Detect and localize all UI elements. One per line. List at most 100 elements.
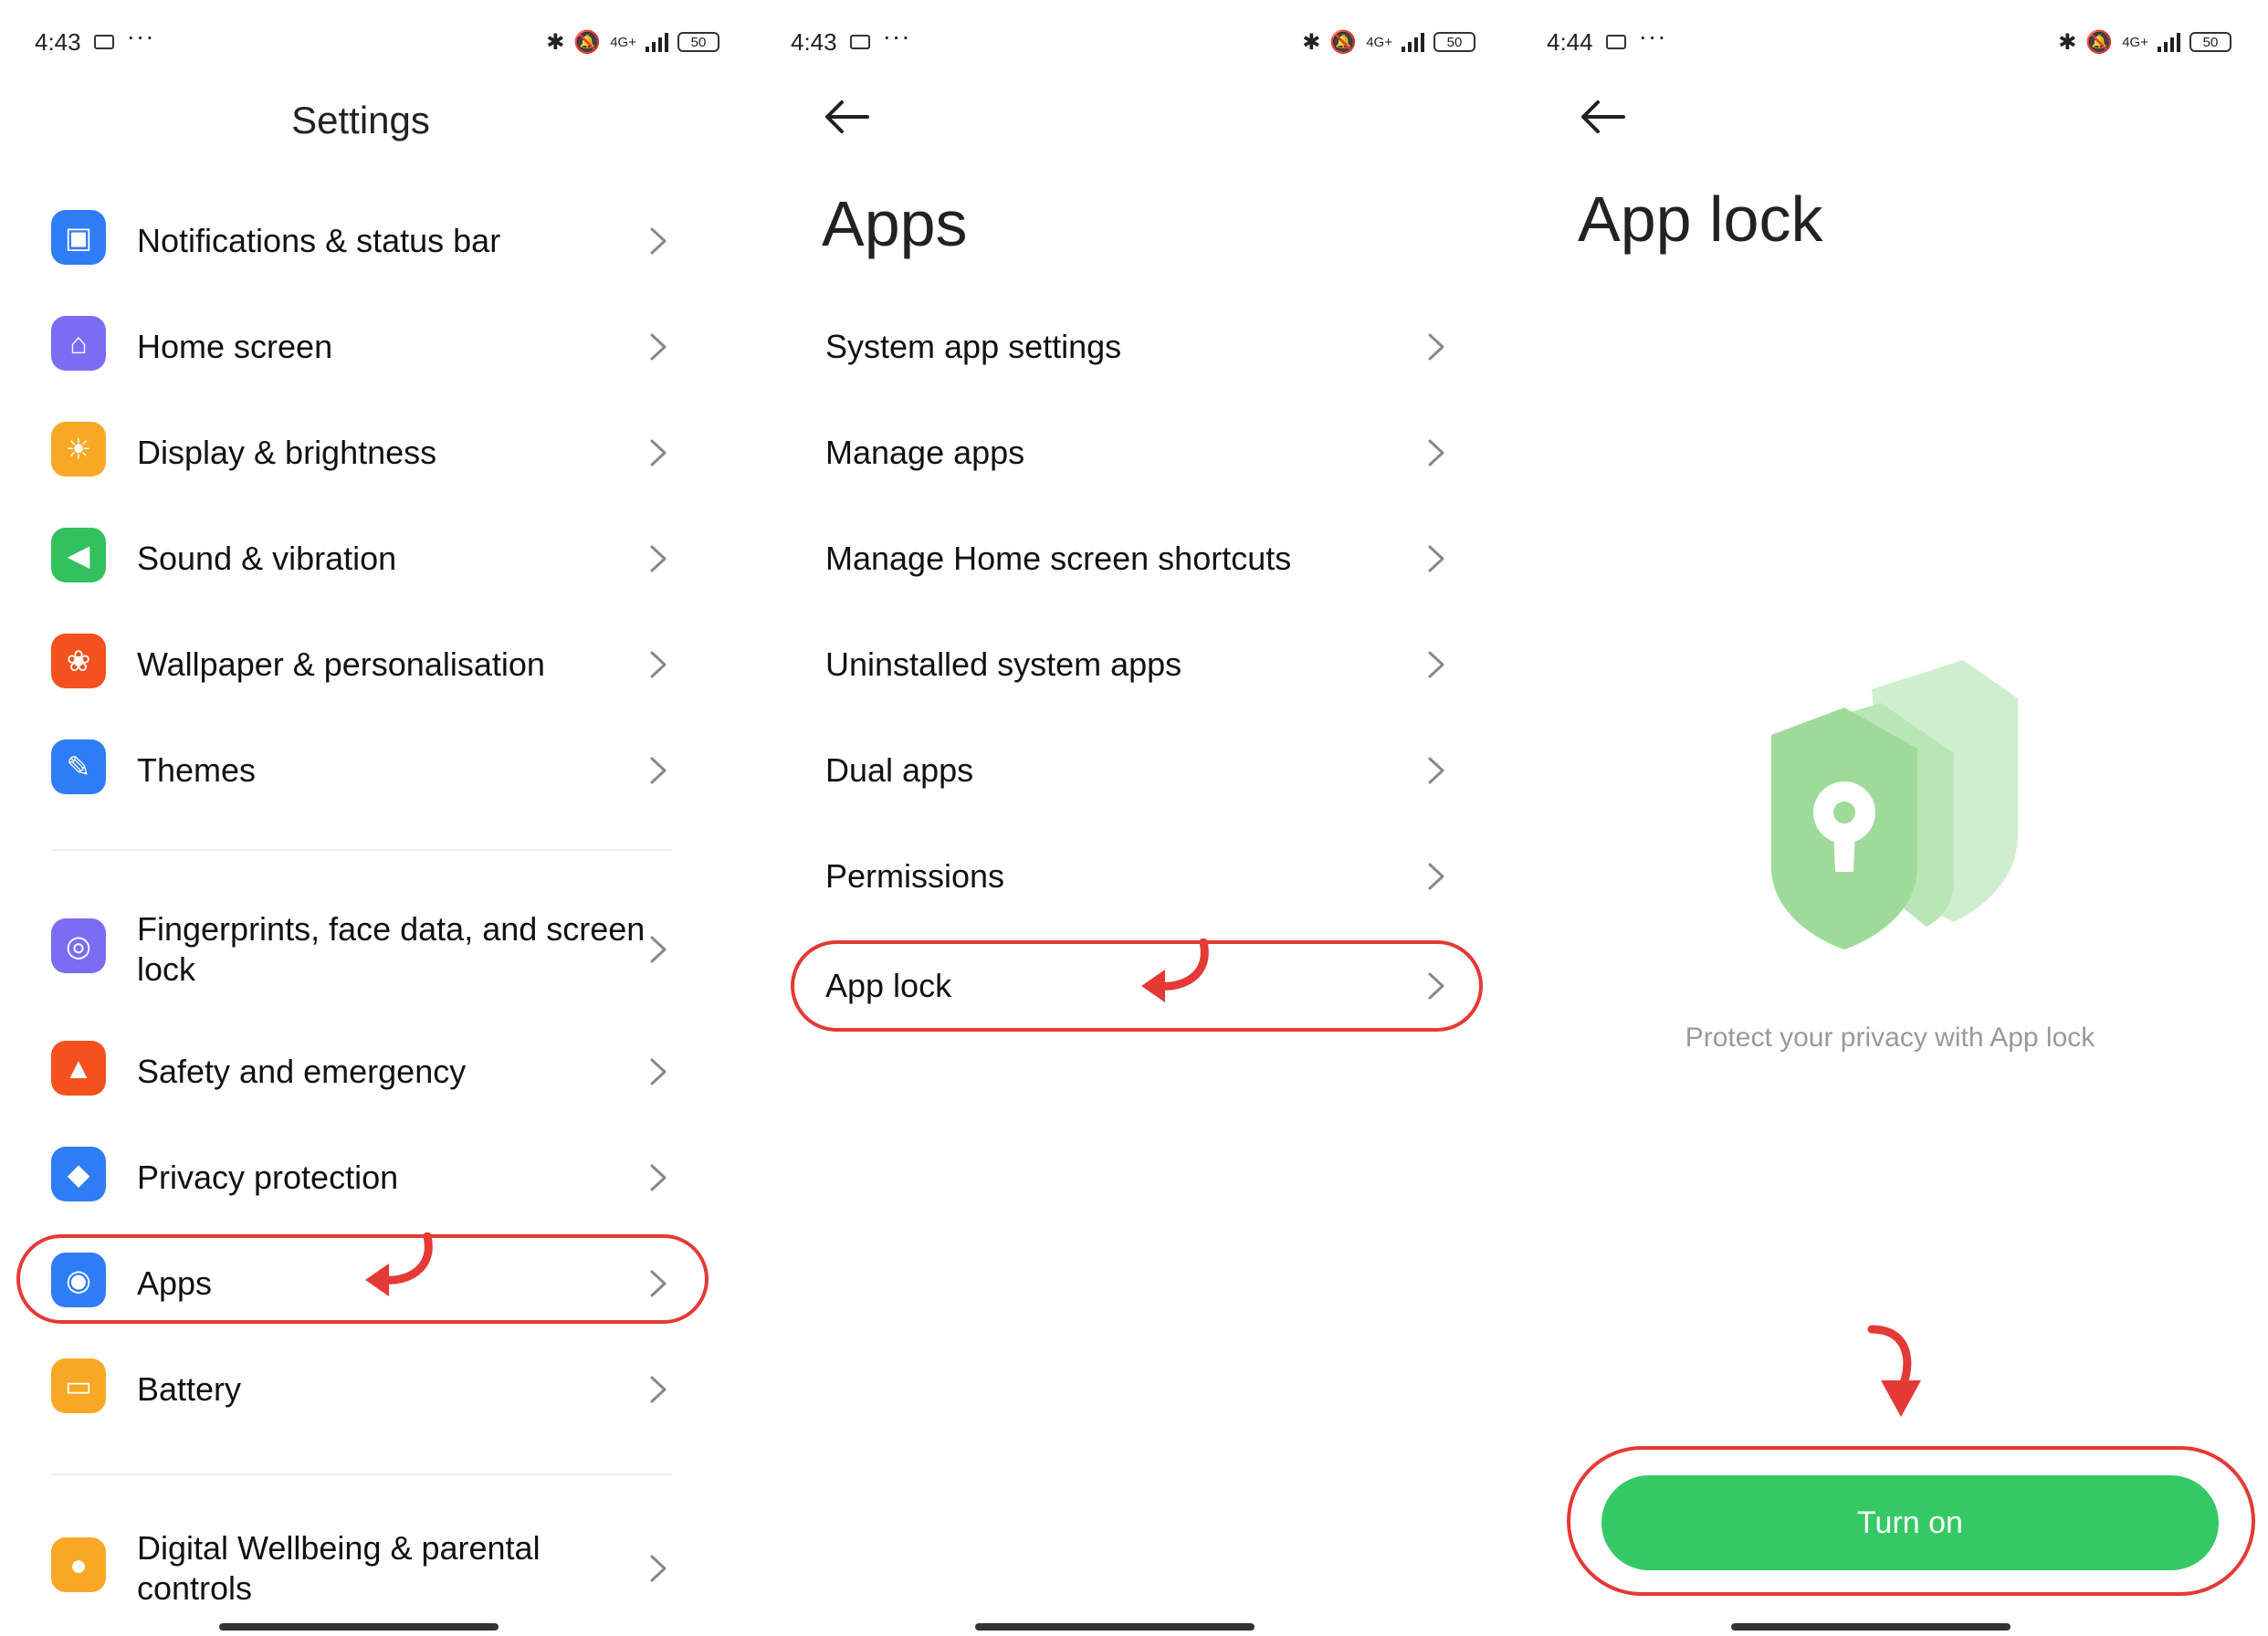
apps-item-manage-apps[interactable]: Manage apps [756, 402, 1477, 504]
chevron-right-icon [650, 936, 667, 963]
chevron-right-icon [1428, 439, 1444, 467]
signal-icon [1402, 32, 1424, 52]
settings-item-label: Notifications & status bar [137, 222, 501, 259]
app-lock-highlight [791, 940, 1483, 1032]
network-label: 4G+ [1366, 34, 1392, 50]
apps-item-permissions[interactable]: Permissions [756, 825, 1477, 928]
chevron-right-icon [650, 439, 667, 467]
page-title: App lock [1578, 184, 1823, 255]
home-icon: ⌂ [51, 316, 106, 371]
status-time: 4:43 [35, 27, 81, 56]
bluetooth-icon: ✱ [1302, 29, 1321, 55]
battery-indicator: 50 [2189, 32, 2231, 52]
page-title: Settings [291, 99, 430, 142]
settings-item-notifications-status-bar[interactable]: ▣ Notifications & status bar [0, 190, 721, 292]
settings-item-display-brightness[interactable]: ☀ Display & brightness [0, 402, 721, 504]
chevron-right-icon [650, 651, 667, 678]
settings-item-battery[interactable]: ▭ Battery [0, 1338, 721, 1441]
network-label: 4G+ [2122, 34, 2148, 50]
settings-item-home-screen[interactable]: ⌂ Home screen [0, 296, 721, 398]
more-dots-icon: ··· [1638, 22, 1667, 50]
apps-item-label: Manage Home screen shortcuts [825, 540, 1292, 577]
pointer-arrow-icon [1141, 939, 1209, 1002]
settings-item-themes[interactable]: ✎ Themes [0, 719, 721, 822]
apps-item-manage-home-screen-shortcuts[interactable]: Manage Home screen shortcuts [756, 508, 1477, 610]
battery-indicator: 50 [677, 32, 719, 52]
page-title: Apps [822, 188, 968, 259]
bluetooth-icon: ✱ [2058, 29, 2077, 55]
turn-on-button[interactable]: Turn on [1601, 1475, 2219, 1570]
speaker-icon: ◀ [51, 528, 106, 582]
chevron-right-icon [650, 757, 667, 784]
apps-item-system-app-settings[interactable]: System app settings [756, 296, 1477, 398]
status-time: 4:44 [1547, 27, 1593, 56]
wellbeing-icon: ● [51, 1537, 106, 1592]
status-bar: 4:44 ··· ✱ 🔕 4G+ 50 [1547, 22, 2231, 57]
settings-screen: 4:43 ··· ✱ 🔕 4G+ 50 Settings ▣ Notificati… [0, 0, 756, 1636]
status-bar: 4:43 ··· ✱ 🔕 4G+ 50 [35, 22, 719, 57]
divider [51, 1473, 672, 1475]
mute-icon: 🔕 [573, 29, 602, 55]
status-bar: 4:43 ··· ✱ 🔕 4G+ 50 [791, 22, 1475, 57]
pointer-arrow-icon [1867, 1325, 1921, 1417]
settings-item-label: Fingerprints, face data, and screen lock [137, 910, 646, 988]
settings-item-fingerprints-face-data-and-screen-lock[interactable]: ◎ Fingerprints, face data, and screen loc… [0, 898, 721, 1001]
app-lock-hint: Protect your privacy with App lock [1685, 1022, 2095, 1053]
chevron-right-icon [1428, 545, 1444, 572]
sun-icon: ☀ [51, 422, 106, 477]
chevron-right-icon [650, 1058, 667, 1085]
shield-icon: ◆ [51, 1147, 106, 1201]
apps-item-label: Manage apps [825, 434, 1025, 471]
chevron-right-icon [650, 1376, 667, 1403]
screen-icon [93, 35, 114, 49]
bluetooth-icon: ✱ [546, 29, 565, 55]
chevron-right-icon [650, 1164, 667, 1191]
home-indicator[interactable] [219, 1623, 499, 1631]
network-label: 4G+ [610, 34, 636, 50]
battery-indicator: 50 [1433, 32, 1475, 52]
brush-icon: ✎ [51, 739, 106, 794]
fingerprint-icon: ◎ [51, 918, 106, 973]
settings-item-label: Home screen [137, 328, 333, 365]
chevron-right-icon [650, 227, 667, 255]
status-time: 4:43 [791, 27, 837, 56]
screen-icon [849, 35, 870, 49]
chevron-right-icon [650, 1555, 667, 1582]
more-dots-icon: ··· [882, 22, 911, 50]
shield-lock-illustration [1771, 660, 2018, 949]
back-arrow-icon[interactable] [1578, 99, 1627, 135]
chevron-right-icon [1428, 651, 1444, 678]
settings-item-label: Sound & vibration [137, 540, 397, 577]
settings-item-label: Safety and emergency [137, 1053, 467, 1090]
mute-icon: 🔕 [2085, 29, 2114, 55]
signal-icon [646, 32, 668, 52]
chevron-right-icon [650, 545, 667, 572]
settings-item-safety-and-emergency[interactable]: ▲ Safety and emergency [0, 1021, 721, 1123]
apps-screen: 4:43 ··· ✱ 🔕 4G+ 50 Apps System app sett… [756, 0, 1512, 1636]
chevron-right-icon [1428, 333, 1444, 361]
signal-icon [2158, 32, 2180, 52]
settings-item-label: Battery [137, 1370, 242, 1408]
wallpaper-icon: ❀ [51, 634, 106, 688]
settings-item-label: Privacy protection [137, 1159, 399, 1196]
settings-item-privacy-protection[interactable]: ◆ Privacy protection [0, 1127, 721, 1229]
chevron-right-icon [1428, 757, 1444, 784]
settings-item-label: Display & brightness [137, 434, 437, 471]
apps-item-uninstalled-system-apps[interactable]: Uninstalled system apps [756, 614, 1477, 716]
home-indicator[interactable] [975, 1623, 1255, 1631]
apps-item-label: System app settings [825, 328, 1122, 365]
apps-item-label: Dual apps [825, 751, 974, 789]
settings-item-digital-wellbeing-parental-controls[interactable]: ● Digital Wellbeing & parental controls [0, 1517, 721, 1620]
settings-item-sound-vibration[interactable]: ◀ Sound & vibration [0, 508, 721, 610]
back-arrow-icon[interactable] [822, 99, 871, 135]
mute-icon: 🔕 [1329, 29, 1358, 55]
apps-item-dual-apps[interactable]: Dual apps [756, 719, 1477, 822]
battery-icon: ▭ [51, 1358, 106, 1413]
home-indicator[interactable] [1731, 1623, 2011, 1631]
chevron-right-icon [650, 333, 667, 361]
apps-item-label: Uninstalled system apps [825, 645, 1182, 683]
settings-item-wallpaper-personalisation[interactable]: ❀ Wallpaper & personalisation [0, 614, 721, 716]
settings-item-label: Digital Wellbeing & parental controls [137, 1529, 541, 1607]
app-lock-screen: 4:44 ··· ✱ 🔕 4G+ 50 App lock Protect you… [1512, 0, 2268, 1636]
screen-icon [1605, 35, 1626, 49]
